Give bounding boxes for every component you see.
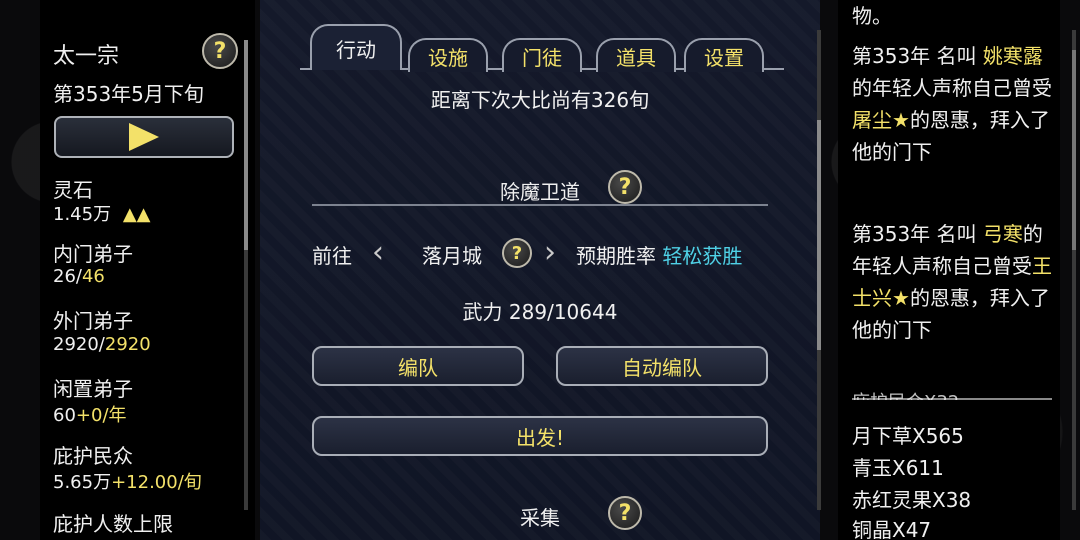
mission-help-icon[interactable]: ? [608, 170, 642, 204]
depart-button[interactable]: 出发! [312, 416, 768, 456]
team-button[interactable]: 编队 [312, 346, 524, 386]
event-log-panel: 物。 第353年 名叫 姚寒露的年轻人声称自己曾受屠尘★的恩惠，拜入了他的门下 … [838, 0, 1060, 540]
gather-title: 采集 [520, 506, 560, 530]
prev-destination-icon[interactable]: ‹ [364, 230, 392, 274]
log-scrollbar[interactable] [1072, 30, 1076, 510]
play-icon [129, 123, 159, 151]
force-readout: 武力 289/10644 [462, 300, 618, 324]
inventory-item: 青玉X611 [852, 456, 944, 480]
sect-name: 太一宗 [53, 44, 120, 69]
sect-help-icon[interactable]: ? [202, 33, 238, 69]
left-scrollbar[interactable] [244, 40, 248, 510]
log-entry: 物。 [852, 4, 892, 28]
inventory-item: 庇护民众X32 [852, 388, 959, 400]
stat-label-idle-disciples: 闲置弟子 [53, 377, 133, 401]
stat-label-sheltered-people: 庇护民众 [53, 444, 133, 468]
stat-value-spirit-stone: 1.45万 ▲▲ [53, 204, 151, 225]
log-scrollbar-thumb[interactable] [1072, 50, 1076, 250]
main-scrollbar[interactable] [817, 30, 821, 510]
left-scrollbar-thumb[interactable] [244, 40, 248, 250]
next-turn-button[interactable] [54, 116, 234, 158]
auto-team-button[interactable]: 自动编队 [556, 346, 768, 386]
main-panel: 行动 设施 门徒 道具 设置 距离下次大比尚有326旬 除魔卫道 ? 前往 ‹ … [260, 0, 820, 540]
expected-win-rate: 预期胜率 轻松获胜 [576, 244, 743, 268]
main-scrollbar-thumb[interactable] [817, 120, 821, 350]
inventory-item: 赤红灵果X38 [852, 488, 972, 512]
stat-value-outer-disciples: 2920/2920 [53, 334, 151, 355]
tab-items[interactable]: 道具 [596, 38, 676, 72]
destination-name: 落月城 [422, 244, 482, 268]
stat-label-inner-disciples: 内门弟子 [53, 242, 133, 266]
stat-value-idle-disciples: 60+0/年 [53, 405, 127, 426]
left-panel: 太一宗 ? 第353年5月下旬 灵石 1.45万 ▲▲ 内门弟子 26/46 外… [40, 0, 255, 540]
mission-title: 除魔卫道 [500, 180, 580, 204]
stat-value-sheltered-people: 5.65万+12.00/旬 [53, 472, 202, 493]
next-destination-icon[interactable]: › [536, 230, 564, 274]
stat-label-spirit-stone: 灵石 [53, 178, 93, 202]
goto-label: 前往 [312, 244, 352, 268]
log-entry: 第353年 名叫 姚寒露的年轻人声称自己曾受屠尘★的恩惠，拜入了他的门下 [852, 44, 1052, 164]
destination-help-icon[interactable]: ? [502, 238, 532, 268]
tab-action[interactable]: 行动 [310, 24, 402, 70]
stat-label-outer-disciples: 外门弟子 [53, 309, 133, 333]
mission-divider [312, 204, 768, 206]
inventory-item: 月下草X565 [852, 424, 964, 448]
up-arrows-icon: ▲▲ [122, 204, 151, 225]
inventory-item: 铜晶X47 [852, 518, 932, 540]
log-entry: 第353年 名叫 弓寒的年轻人声称自己曾受王士兴★的恩惠，拜入了他的门下 [852, 222, 1052, 342]
tournament-countdown: 距离下次大比尚有326旬 [430, 88, 650, 112]
tab-facilities[interactable]: 设施 [408, 38, 488, 72]
game-date: 第353年5月下旬 [53, 82, 204, 106]
gather-help-icon[interactable]: ? [608, 496, 642, 530]
stat-value-inner-disciples: 26/46 [53, 266, 105, 287]
tab-settings[interactable]: 设置 [684, 38, 764, 72]
tab-disciples[interactable]: 门徒 [502, 38, 582, 72]
stat-label-shelter-cap: 庇护人数上限 [53, 512, 173, 536]
